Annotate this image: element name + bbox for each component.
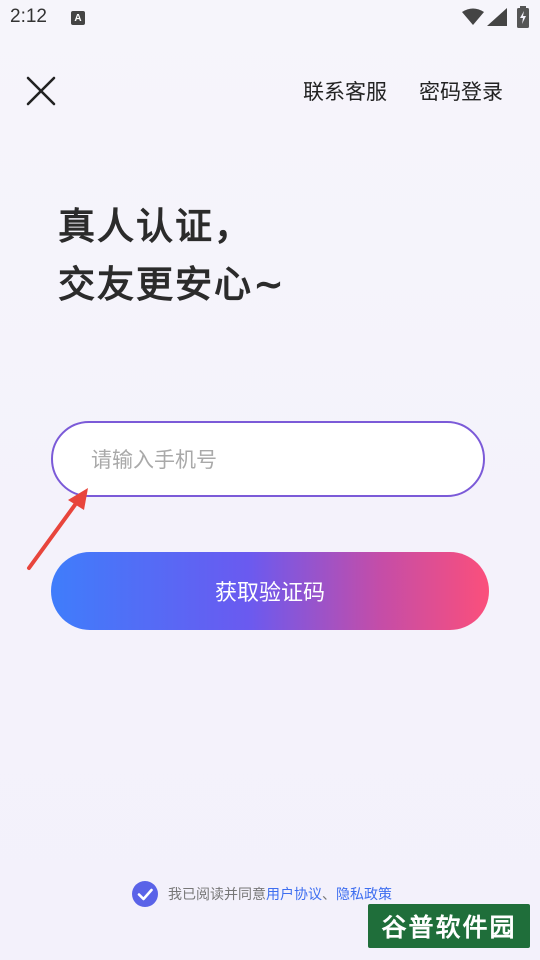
watermark-logo: 谷普软件园	[368, 904, 530, 948]
status-time: 2:12	[10, 6, 47, 27]
headline-line-2: 交友更安心~	[58, 263, 287, 306]
close-icon[interactable]	[24, 74, 58, 108]
agreement-row: 我已阅读并同意 用户协议、隐私政策	[132, 880, 392, 908]
agreement-separator: 、	[322, 887, 336, 903]
user-agreement-link[interactable]: 用户协议	[266, 884, 322, 904]
privacy-policy-link[interactable]: 隐私政策	[336, 884, 392, 904]
phone-input[interactable]	[89, 423, 453, 497]
phone-input-container[interactable]	[51, 421, 485, 497]
contact-service-link[interactable]: 联系客服	[303, 76, 387, 106]
checkbox-checked-icon[interactable]	[132, 881, 158, 907]
agreement-prefix: 我已阅读并同意	[168, 887, 266, 903]
get-code-button[interactable]: 获取验证码	[51, 552, 489, 630]
headline-line-1: 真人认证，	[58, 205, 253, 248]
watermark-text: 谷普软件园	[381, 913, 517, 942]
password-login-link[interactable]: 密码登录	[419, 76, 503, 106]
page-headline: 真人认证， 交友更安心~	[58, 198, 286, 314]
battery-charging-icon	[517, 6, 529, 28]
notification-a-icon: A	[71, 11, 85, 25]
signal-icon	[487, 8, 507, 26]
status-bar: 2:12 A	[0, 0, 540, 38]
wifi-icon	[462, 8, 484, 25]
